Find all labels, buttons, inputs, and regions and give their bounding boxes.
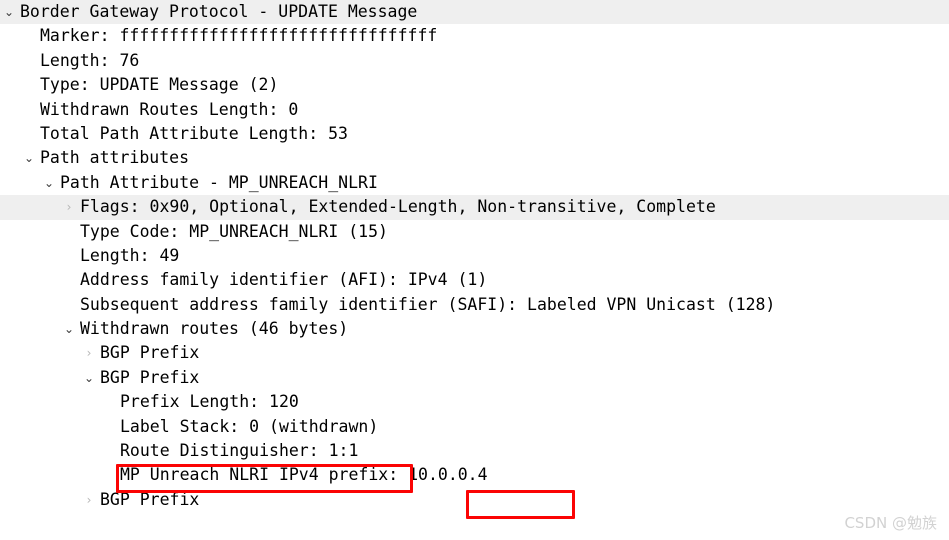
tree-row-label: Path attributes <box>40 148 190 168</box>
tree-row-label: Label Stack: 0 (withdrawn) <box>120 416 379 436</box>
tree-row-label: BGP Prefix <box>100 367 200 387</box>
tree-row-label: BGP Prefix <box>100 343 200 363</box>
chevron-down-icon[interactable]: ⌄ <box>22 146 36 170</box>
tree-row-label: Subsequent address family identifier (SA… <box>80 294 776 314</box>
tree-row-path-attribute-mp-unreach-nlri[interactable]: ⌄ Path Attribute - MP_UNREACH_NLRI <box>0 171 949 195</box>
tree-row-attr-length[interactable]: Length: 49 <box>0 244 949 268</box>
tree-row-label: Flags: 0x90, Optional, Extended-Length, … <box>80 197 716 217</box>
tree-row-prefix-length[interactable]: Prefix Length: 120 <box>0 390 949 414</box>
tree-row-label: Marker: ffffffffffffffffffffffffffffffff <box>40 26 438 46</box>
chevron-right-icon[interactable]: › <box>62 195 76 219</box>
tree-row-label: Withdrawn routes (46 bytes) <box>80 319 349 339</box>
chevron-down-icon[interactable]: ⌄ <box>82 366 96 390</box>
tree-row-label: Length: 76 <box>40 50 140 70</box>
tree-row-label: BGP Prefix <box>100 489 200 509</box>
tree-row-label: Type: UPDATE Message (2) <box>40 75 279 95</box>
tree-row-mp-unreach-nlri-ipv4-prefix[interactable]: MP Unreach NLRI IPv4 prefix: 10.0.0.4 <box>0 463 949 487</box>
chevron-down-icon[interactable]: ⌄ <box>2 0 16 24</box>
tree-row-label: Route Distinguisher: 1:1 <box>120 441 359 461</box>
tree-row-label: Withdrawn Routes Length: 0 <box>40 99 299 119</box>
tree-row-bgp-prefix-3[interactable]: › BGP Prefix <box>0 488 949 512</box>
tree-row-flags[interactable]: › Flags: 0x90, Optional, Extended-Length,… <box>0 195 949 220</box>
tree-row-afi[interactable]: Address family identifier (AFI): IPv4 (1… <box>0 268 949 292</box>
tree-row-total-path-attribute-length[interactable]: Total Path Attribute Length: 53 <box>0 122 949 146</box>
tree-row-label: Address family identifier (AFI): IPv4 (1… <box>80 270 488 290</box>
tree-row-label: Prefix Length: 120 <box>120 392 299 412</box>
tree-row-withdrawn-routes[interactable]: ⌄ Withdrawn routes (46 bytes) <box>0 317 949 341</box>
packet-detail-pane: ⌄ Border Gateway Protocol - UPDATE Messag… <box>0 0 949 540</box>
tree-row-label: Total Path Attribute Length: 53 <box>40 123 348 143</box>
tree-row-label: MP Unreach NLRI IPv4 prefix: 10.0.0.4 <box>120 465 488 485</box>
tree-row-label: Path Attribute - MP_UNREACH_NLRI <box>60 172 378 192</box>
tree-row-bgp-update-message[interactable]: ⌄ Border Gateway Protocol - UPDATE Messag… <box>0 0 949 25</box>
tree-row-label: Border Gateway Protocol - UPDATE Message <box>20 2 418 21</box>
tree-row-bgp-prefix-1[interactable]: › BGP Prefix <box>0 341 949 365</box>
tree-row-label: Length: 49 <box>80 245 180 265</box>
tree-row-withdrawn-routes-length[interactable]: Withdrawn Routes Length: 0 <box>0 98 949 122</box>
tree-row-bgp-prefix-2[interactable]: ⌄ BGP Prefix <box>0 366 949 390</box>
chevron-down-icon[interactable]: ⌄ <box>62 317 76 341</box>
tree-row-length[interactable]: Length: 76 <box>0 49 949 73</box>
chevron-right-icon[interactable]: › <box>82 341 96 365</box>
tree-row-route-distinguisher[interactable]: Route Distinguisher: 1:1 <box>0 439 949 463</box>
tree-row-label-stack[interactable]: Label Stack: 0 (withdrawn) <box>0 415 949 439</box>
tree-row-safi[interactable]: Subsequent address family identifier (SA… <box>0 293 949 317</box>
tree-row-path-attributes[interactable]: ⌄ Path attributes <box>0 146 949 170</box>
tree-row-label: Type Code: MP_UNREACH_NLRI (15) <box>80 221 388 241</box>
chevron-right-icon[interactable]: › <box>82 488 96 512</box>
tree-row-type[interactable]: Type: UPDATE Message (2) <box>0 73 949 97</box>
chevron-down-icon[interactable]: ⌄ <box>42 171 56 195</box>
tree-row-type-code[interactable]: Type Code: MP_UNREACH_NLRI (15) <box>0 220 949 244</box>
watermark: CSDN @勉族 <box>844 514 937 532</box>
packet-detail-tree[interactable]: ⌄ Border Gateway Protocol - UPDATE Messag… <box>0 0 949 512</box>
tree-row-marker[interactable]: Marker: ffffffffffffffffffffffffffffffff <box>0 24 949 48</box>
